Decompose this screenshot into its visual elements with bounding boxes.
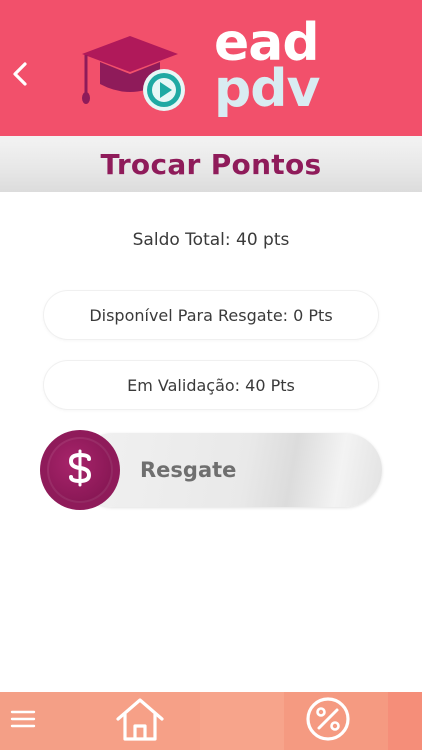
- menu-icon: [10, 709, 36, 733]
- logo-wordmark: ead pdv: [214, 17, 320, 119]
- logo-line-2: pdv: [214, 59, 320, 119]
- percent-icon: [305, 696, 351, 746]
- em-validacao: Em Validação: 40 Pts: [44, 361, 378, 409]
- resgate-coin[interactable]: [40, 430, 120, 510]
- resgate-button[interactable]: Resgate: [40, 430, 382, 510]
- title-bar: Trocar Pontos: [0, 136, 422, 192]
- home-icon: [114, 696, 166, 746]
- nav-menu[interactable]: [0, 692, 46, 750]
- bottom-nav: [0, 692, 422, 750]
- header: ead pdv: [0, 0, 422, 136]
- page-title: Trocar Pontos: [100, 147, 322, 181]
- app-logo: ead pdv: [74, 14, 344, 126]
- disponivel-para-resgate: Disponível Para Resgate: 0 Pts: [44, 291, 378, 339]
- nav-home[interactable]: [110, 692, 170, 750]
- chevron-left-icon: [11, 61, 29, 91]
- dollar-icon: [65, 448, 95, 492]
- back-button[interactable]: [6, 56, 34, 96]
- saldo-total: Saldo Total: 40 pts: [132, 230, 290, 250]
- nav-discounts[interactable]: [300, 692, 356, 750]
- resgate-label: Resgate: [140, 458, 237, 482]
